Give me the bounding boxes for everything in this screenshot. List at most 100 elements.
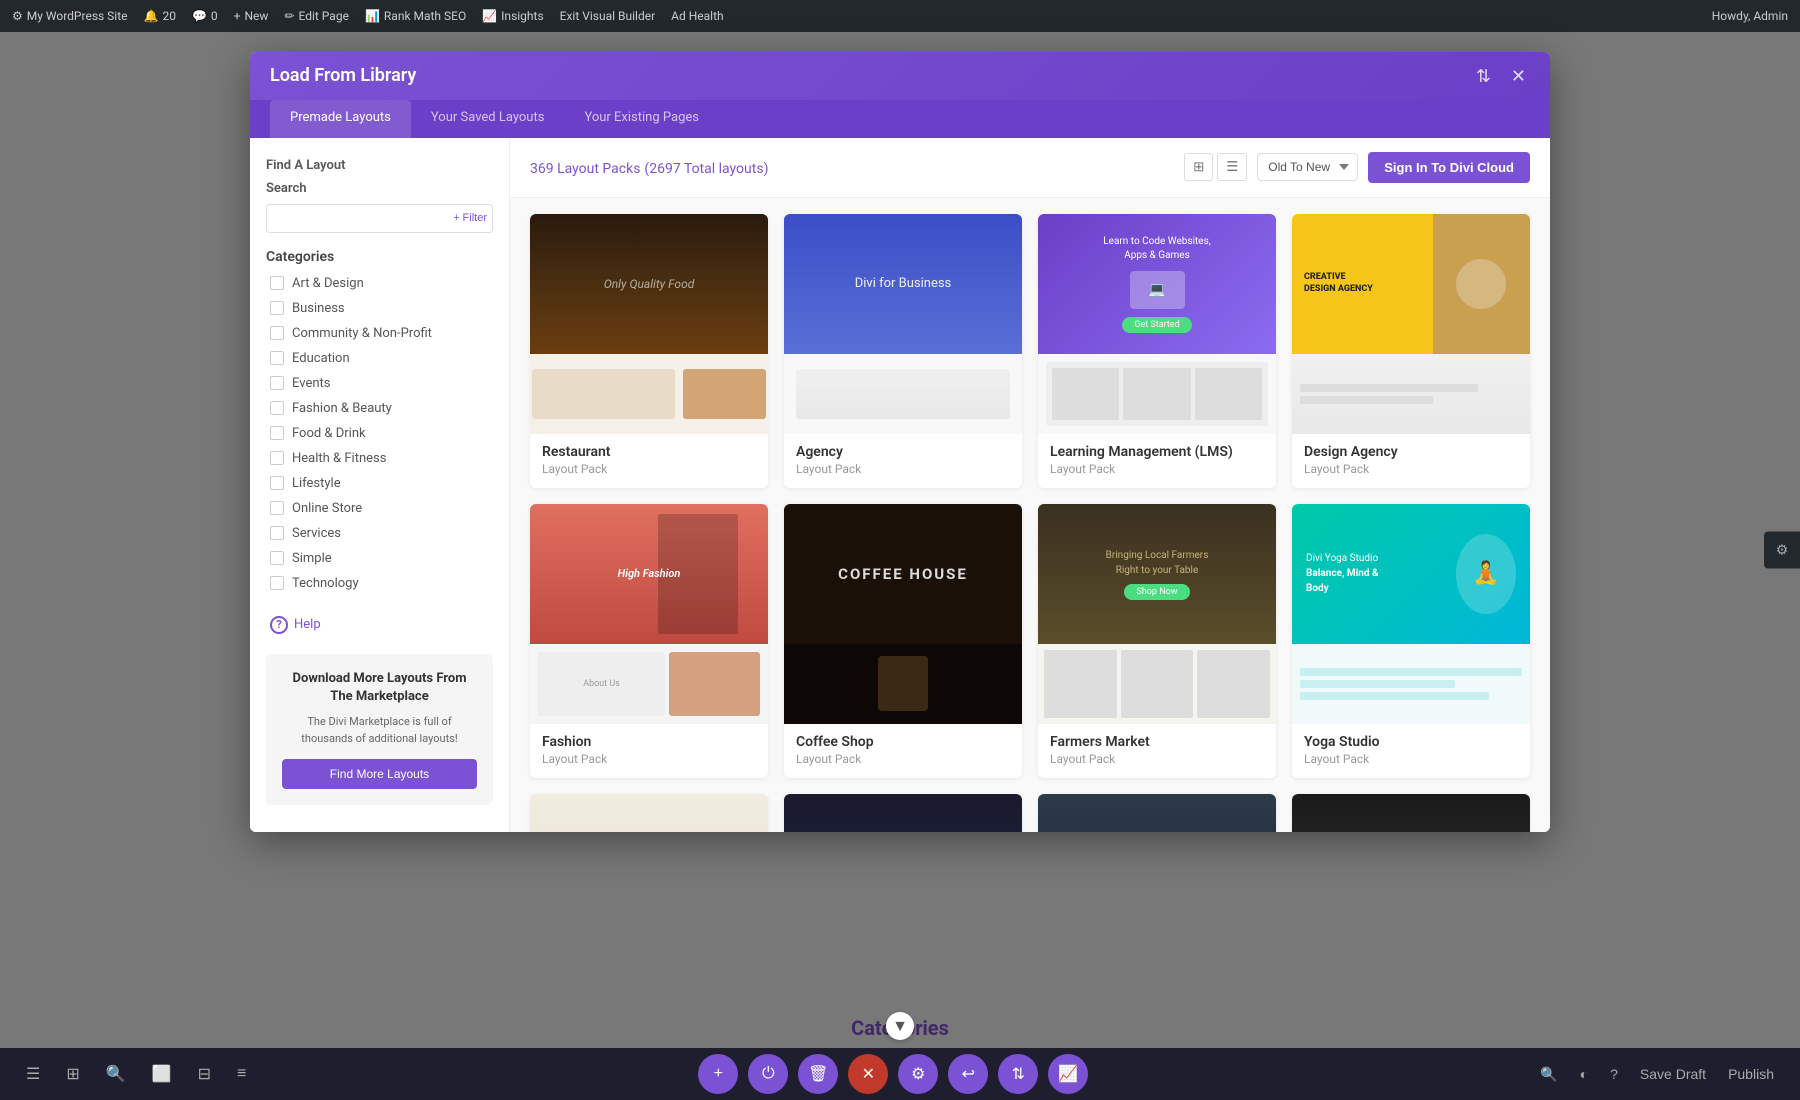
layout-card-lms[interactable]: Learn to Code Websites,Apps & Games 💻 Ge… bbox=[1038, 214, 1276, 488]
layout-card-restaurant[interactable]: Only Quality Food Restaurant Layout Pack bbox=[530, 214, 768, 488]
category-checkbox[interactable] bbox=[270, 476, 284, 490]
tablet-view-button[interactable]: ⊟ bbox=[192, 1058, 217, 1090]
search-button[interactable]: 🔍 bbox=[100, 1058, 132, 1090]
mobile-view-button[interactable]: ≡ bbox=[231, 1058, 252, 1090]
wp-sidebar-icon[interactable]: ⚙ bbox=[1776, 542, 1789, 559]
tab-saved-layouts[interactable]: Your Saved Layouts bbox=[411, 100, 565, 138]
layout-card-jane[interactable]: HELLO, I'M JANE bbox=[1292, 794, 1530, 832]
layout-card-design-agency[interactable]: CREATIVEDESIGN AGENCY bbox=[1292, 214, 1530, 488]
card-preview-text: CREATIVEDESIGN AGENCY bbox=[1292, 214, 1433, 354]
category-item-online-store[interactable]: Online Store bbox=[266, 496, 493, 521]
category-checkbox[interactable] bbox=[270, 401, 284, 415]
card-name: Design Agency bbox=[1304, 444, 1518, 460]
insights-link[interactable]: 📈 Insights bbox=[482, 9, 543, 23]
list-view-button[interactable]: ☰ bbox=[1217, 153, 1247, 181]
marketplace-cta: Download More Layouts From The Marketpla… bbox=[266, 654, 493, 805]
help-link[interactable]: ? Help bbox=[266, 612, 493, 638]
sign-in-divi-cloud-button[interactable]: Sign In To Divi Cloud bbox=[1368, 152, 1530, 183]
new-link[interactable]: + New bbox=[234, 9, 269, 23]
category-checkbox[interactable] bbox=[270, 426, 284, 440]
layout-card-fashion[interactable]: High Fashion About Us Fashion Layout Pac bbox=[530, 504, 768, 778]
content-header: 369 Layout Packs (2697 Total layouts) ⊞ … bbox=[510, 138, 1550, 198]
layout-card-coffee-shop[interactable]: COFFEE HOUSE Coffee Shop Layout Pack bbox=[784, 504, 1022, 778]
category-item-health-fitness[interactable]: Health & Fitness bbox=[266, 446, 493, 471]
add-element-button[interactable]: + bbox=[698, 1054, 738, 1094]
search-right-button[interactable]: 🔍 bbox=[1534, 1060, 1563, 1089]
modal-body: Find A Layout Search + Filter Categories bbox=[250, 138, 1550, 832]
card-preview-top: Divi Yoga StudioBalance, Mind &Body 🧘 bbox=[1292, 504, 1530, 644]
sort-select[interactable]: Old To NewNew To OldA to ZZ to A bbox=[1257, 153, 1358, 181]
hamburger-menu-button[interactable]: ☰ bbox=[20, 1058, 46, 1090]
layout-card-agency[interactable]: Divi for Business Agency Layout Pack bbox=[784, 214, 1022, 488]
category-checkbox[interactable] bbox=[270, 351, 284, 365]
divi-button[interactable]: ◐ bbox=[1574, 1060, 1594, 1088]
category-checkbox[interactable] bbox=[270, 451, 284, 465]
header-actions: ⊞ ☰ Old To NewNew To OldA to ZZ to A Sig… bbox=[1184, 152, 1530, 183]
category-item-events[interactable]: Events bbox=[266, 371, 493, 396]
card-preview-top: Our Blog bbox=[530, 794, 768, 832]
category-checkbox[interactable] bbox=[270, 276, 284, 290]
close-modal-button[interactable]: ✕ bbox=[1507, 63, 1530, 89]
adjust-icon-button[interactable]: ⇅ bbox=[1472, 63, 1495, 89]
ad-health-link[interactable]: Ad Health bbox=[671, 9, 723, 23]
card-preview-bottom bbox=[1038, 354, 1276, 434]
edit-page-link[interactable]: ✏ Edit Page bbox=[284, 9, 349, 23]
tab-premade-layouts[interactable]: Premade Layouts bbox=[270, 100, 411, 138]
category-item-education[interactable]: Education bbox=[266, 346, 493, 371]
modal-header: Load From Library ⇅ ✕ bbox=[250, 52, 1550, 100]
find-more-layouts-button[interactable]: Find More Layouts bbox=[282, 759, 477, 789]
category-item-technology[interactable]: Technology bbox=[266, 571, 493, 596]
rank-math-link[interactable]: 📊 Rank Math SEO bbox=[365, 9, 466, 23]
updates-count[interactable]: 🔔 20 bbox=[144, 9, 176, 23]
category-checkbox[interactable] bbox=[270, 526, 284, 540]
exit-vb-link[interactable]: Exit Visual Builder bbox=[560, 9, 656, 23]
stats-button[interactable]: ⇅ bbox=[998, 1054, 1038, 1094]
category-label: Simple bbox=[292, 551, 332, 566]
category-item-fashion-beauty[interactable]: Fashion & Beauty bbox=[266, 396, 493, 421]
history-button[interactable]: ↩ bbox=[948, 1054, 988, 1094]
layout-card-yoga-studio[interactable]: Divi Yoga StudioBalance, Mind &Body 🧘 bbox=[1292, 504, 1530, 778]
layout-card-farmers-market[interactable]: Bringing Local FarmersRight to your Tabl… bbox=[1038, 504, 1276, 778]
power-button[interactable]: ⏻ bbox=[748, 1054, 788, 1094]
comments-count[interactable]: 💬 0 bbox=[192, 9, 218, 23]
layout-card-dark[interactable] bbox=[784, 794, 1022, 832]
wireframe-button[interactable]: ⬜ bbox=[146, 1058, 178, 1090]
category-label: Online Store bbox=[292, 501, 362, 516]
publish-button[interactable]: Publish bbox=[1722, 1060, 1780, 1088]
grid-view-button[interactable]: ⊞ bbox=[1184, 153, 1213, 181]
category-item-food-drink[interactable]: Food & Drink bbox=[266, 421, 493, 446]
layout-card-mountain[interactable]: ▲ bbox=[1038, 794, 1276, 832]
chevron-up-icon[interactable]: ▼ bbox=[886, 1012, 914, 1040]
category-checkbox[interactable] bbox=[270, 376, 284, 390]
category-checkbox[interactable] bbox=[270, 551, 284, 565]
filter-button[interactable]: + Filter bbox=[453, 212, 487, 224]
wp-logo[interactable]: ⚙ My WordPress Site bbox=[12, 9, 128, 23]
wp-admin-bar: ⚙ My WordPress Site 🔔 20 💬 0 + New ✏ Edi… bbox=[0, 0, 1800, 32]
category-checkbox[interactable] bbox=[270, 576, 284, 590]
category-item-simple[interactable]: Simple bbox=[266, 546, 493, 571]
card-name: Farmers Market bbox=[1050, 734, 1264, 750]
category-checkbox[interactable] bbox=[270, 301, 284, 315]
category-item-lifestyle[interactable]: Lifestyle bbox=[266, 471, 493, 496]
category-label: Art & Design bbox=[292, 276, 364, 291]
category-item-art-design[interactable]: Art & Design bbox=[266, 271, 493, 296]
layout-card-blog[interactable]: Our Blog bbox=[530, 794, 768, 832]
trash-button[interactable]: 🗑 bbox=[798, 1054, 838, 1094]
help-button[interactable]: ? bbox=[1604, 1060, 1624, 1088]
card-preview-top: ▲ bbox=[1038, 794, 1276, 832]
grid-layout-button[interactable]: ⊞ bbox=[60, 1058, 85, 1090]
category-checkbox[interactable] bbox=[270, 501, 284, 515]
category-item-services[interactable]: Services bbox=[266, 521, 493, 546]
card-preview-bottom bbox=[530, 354, 768, 434]
card-meta: Restaurant Layout Pack bbox=[530, 434, 768, 488]
analytics-button[interactable]: 📈 bbox=[1048, 1054, 1088, 1094]
save-draft-button[interactable]: Save Draft bbox=[1634, 1060, 1712, 1088]
exit-button[interactable]: ✕ bbox=[848, 1054, 888, 1094]
category-checkbox[interactable] bbox=[270, 326, 284, 340]
card-preview-bottom bbox=[1292, 644, 1530, 724]
tab-existing-pages[interactable]: Your Existing Pages bbox=[564, 100, 719, 138]
category-item-community[interactable]: Community & Non-Profit bbox=[266, 321, 493, 346]
card-meta: Fashion Layout Pack bbox=[530, 724, 768, 778]
category-item-business[interactable]: Business bbox=[266, 296, 493, 321]
settings-button[interactable]: ⚙ bbox=[898, 1054, 938, 1094]
